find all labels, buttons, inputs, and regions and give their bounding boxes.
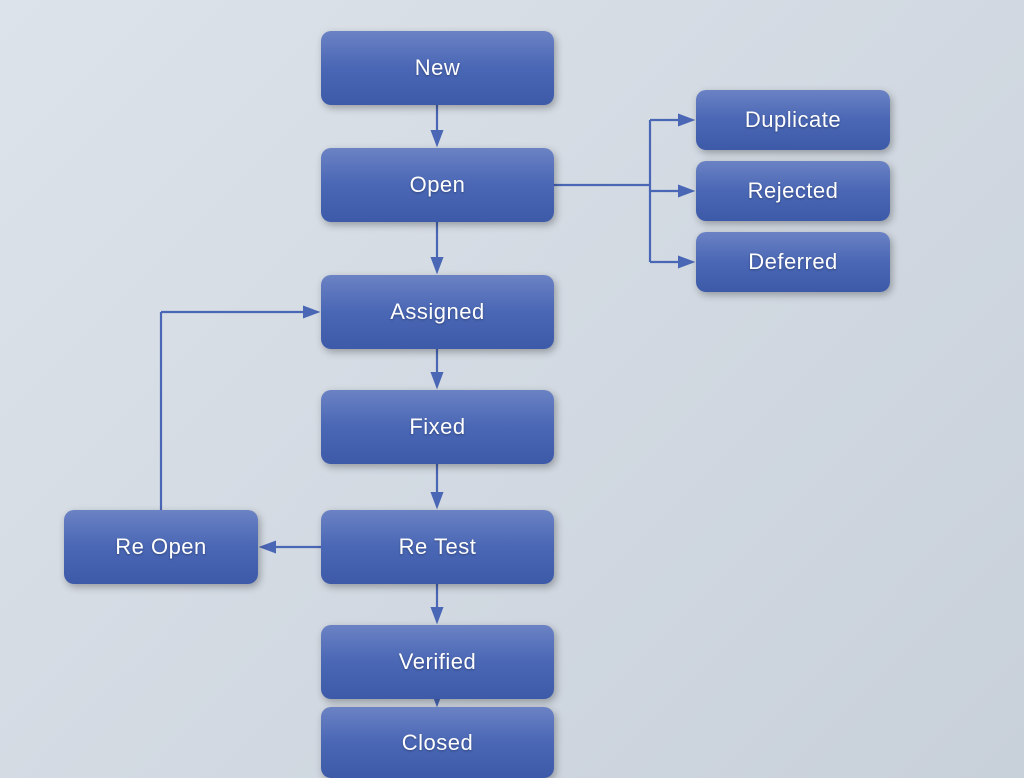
node-rejected: Rejected	[696, 161, 890, 221]
node-assigned: Assigned	[321, 275, 554, 349]
node-assigned-label: Assigned	[390, 299, 485, 325]
node-rejected-label: Rejected	[748, 178, 839, 204]
node-closed-label: Closed	[402, 730, 473, 756]
node-open-label: Open	[410, 172, 466, 198]
node-deferred-label: Deferred	[748, 249, 838, 275]
node-new-label: New	[415, 55, 461, 81]
node-verified: Verified	[321, 625, 554, 699]
node-new: New	[321, 31, 554, 105]
node-retest: Re Test	[321, 510, 554, 584]
node-verified-label: Verified	[399, 649, 476, 675]
node-retest-label: Re Test	[399, 534, 477, 560]
node-duplicate-label: Duplicate	[745, 107, 841, 133]
node-fixed-label: Fixed	[409, 414, 465, 440]
node-deferred: Deferred	[696, 232, 890, 292]
node-fixed: Fixed	[321, 390, 554, 464]
node-reopen: Re Open	[64, 510, 258, 584]
node-reopen-label: Re Open	[115, 534, 207, 560]
node-open: Open	[321, 148, 554, 222]
node-duplicate: Duplicate	[696, 90, 890, 150]
node-closed: Closed	[321, 707, 554, 778]
diagram-container: New Open Assigned Fixed Re Test Verified…	[0, 0, 1024, 778]
